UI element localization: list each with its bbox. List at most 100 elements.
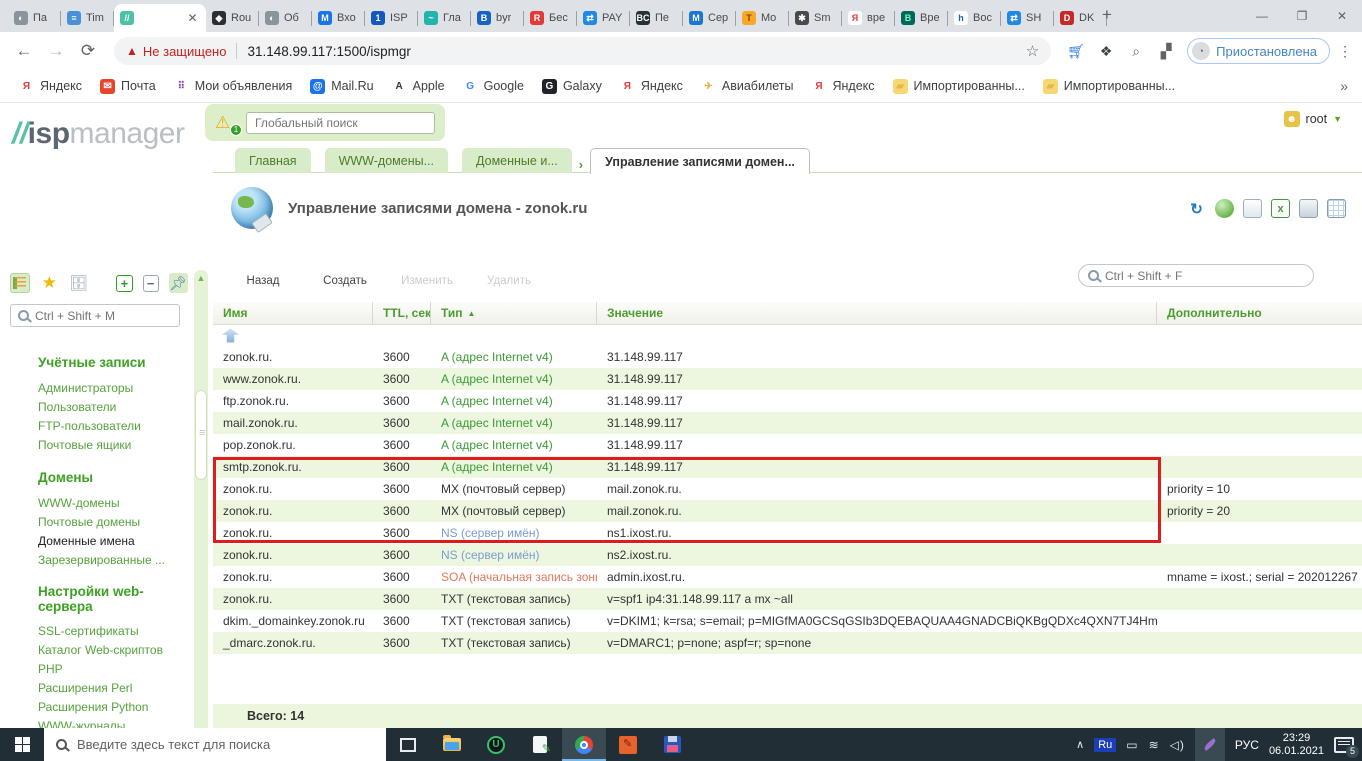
puzzle-extension-icon[interactable]: ▞: [1153, 38, 1179, 64]
browser-tab[interactable]: M Вхо ✕: [312, 4, 365, 32]
toolbar-button[interactable]: Создать: [317, 245, 373, 287]
cart-extension-icon[interactable]: 🛒︎: [1063, 38, 1089, 64]
bookmark-item[interactable]: @ Mail.Ru: [301, 74, 382, 98]
toolbar-button[interactable]: Назад: [235, 245, 291, 287]
save-app-button[interactable]: [650, 728, 694, 761]
browser-tab[interactable]: ✱ Sm ✕: [789, 4, 842, 32]
bookmark-star-icon[interactable]: ☆: [1026, 42, 1039, 60]
sidebar-item[interactable]: WWW-журналы: [12, 716, 182, 729]
volume-icon[interactable]: ◁): [1170, 738, 1185, 752]
sidebar-item[interactable]: WWW-домены: [12, 493, 182, 512]
table-row[interactable]: zonok.ru. 3600 A (адрес Internet v4) 31.…: [213, 346, 1362, 368]
utorrent-button[interactable]: U: [474, 728, 518, 761]
table-row[interactable]: zonok.ru. 3600 MX (почтовый сервер) mail…: [213, 478, 1362, 500]
chrome-menu-icon[interactable]: ⋮: [1338, 43, 1352, 60]
minimize-button[interactable]: —: [1242, 9, 1282, 23]
sidebar-item[interactable]: Почтовые ящики: [12, 435, 182, 454]
bookmark-item[interactable]: Я Яндекс: [10, 74, 91, 98]
print-icon[interactable]: [1299, 199, 1318, 218]
pin-icon[interactable]: 📌︎: [168, 273, 189, 293]
sidebar-item[interactable]: PHP: [12, 659, 182, 678]
sidebar-section-header[interactable]: Настройки web-сервера: [12, 584, 182, 614]
up-level-icon[interactable]: [222, 328, 239, 343]
tray-expand-icon[interactable]: ∧: [1076, 738, 1084, 751]
sidebar-item[interactable]: Зарезервированные ...: [12, 550, 182, 569]
file-explorer-button[interactable]: [430, 728, 474, 761]
table-row[interactable]: smtp.zonok.ru. 3600 A (адрес Internet v4…: [213, 456, 1362, 478]
chrome-button[interactable]: [562, 728, 606, 761]
browser-tab[interactable]: ~ Гла ✕: [418, 4, 471, 32]
sidebar-item[interactable]: Расширения Perl: [12, 678, 182, 697]
maximize-button[interactable]: ❐: [1282, 9, 1322, 23]
new-tab-button[interactable]: +: [1094, 2, 1120, 28]
sidebar-section-header[interactable]: Учётные записи: [12, 354, 182, 371]
nav-tab[interactable]: Главная ✕: [235, 148, 311, 173]
scroll-up-icon[interactable]: ▲: [194, 273, 208, 283]
column-header-ttl[interactable]: TTL, сек: [373, 302, 431, 324]
taskbar-search[interactable]: Введите здесь текст для поиска: [44, 728, 386, 761]
browser-tab[interactable]: ⇄ SH ✕: [1001, 4, 1054, 32]
sidebar-section-header[interactable]: Домены: [12, 469, 182, 486]
toolbar-button[interactable]: Изменить: [399, 245, 455, 287]
clock[interactable]: 23:29 06.01.2021: [1269, 732, 1324, 758]
table-row[interactable]: dkim._domainkey.zonok.ru 3600 TXT (текст…: [213, 610, 1362, 632]
browser-tab[interactable]: ◐ Об ✕: [259, 4, 312, 32]
refresh-icon[interactable]: ↻: [1187, 199, 1206, 218]
sidebar-scrollbar[interactable]: ▲ ▼: [194, 270, 208, 728]
close-button[interactable]: ✕: [1322, 9, 1362, 23]
collapse-all-icon[interactable]: −: [142, 274, 159, 292]
security-warning[interactable]: ▲ Не защищено: [126, 44, 226, 59]
bookmark-item[interactable]: Я Яндекс: [803, 74, 884, 98]
table-row[interactable]: zonok.ru. 3600 SOA (начальная запись зон…: [213, 566, 1362, 588]
table-row[interactable]: zonok.ru. 3600 NS (сервер имён) ns2.ixos…: [213, 544, 1362, 566]
sidebar-item[interactable]: Доменные имена: [12, 531, 182, 550]
briefcase-icon[interactable]: 🗄︎: [69, 273, 88, 293]
browser-tab[interactable]: ⇄ PAY ✕: [577, 4, 630, 32]
bookmarks-overflow-icon[interactable]: »: [1340, 78, 1348, 94]
bookmark-item[interactable]: A Apple: [383, 74, 454, 98]
browser-tab[interactable]: B byr ✕: [471, 4, 524, 32]
table-row[interactable]: mail.zonok.ru. 3600 A (адрес Internet v4…: [213, 412, 1362, 434]
table-settings-icon[interactable]: [1327, 199, 1346, 218]
diamonds-extension-icon[interactable]: ❖: [1093, 38, 1119, 64]
column-header-value[interactable]: Значение: [597, 302, 1157, 324]
sidebar-item[interactable]: SSL-сертификаты: [12, 621, 182, 640]
bookmark-item[interactable]: G Google: [454, 74, 533, 98]
browser-tab[interactable]: R Бес ✕: [524, 4, 577, 32]
nav-tab[interactable]: Доменные и... ✕: [462, 148, 572, 173]
bookmark-item[interactable]: Я Яндекс: [611, 74, 692, 98]
expand-all-icon[interactable]: +: [116, 274, 133, 292]
reload-icon[interactable]: ⟳: [74, 37, 102, 65]
sidebar-item[interactable]: Каталог Web-скриптов: [12, 640, 182, 659]
nav-tab[interactable]: WWW-домены... ✕: [324, 148, 449, 173]
extension-paused-badge[interactable]: ◔ Приостановлена: [1187, 38, 1330, 64]
notification-center-icon[interactable]: 5: [1334, 736, 1359, 758]
bookmark-item[interactable]: ✈ Авиабилеты: [692, 74, 803, 98]
column-header-name[interactable]: Имя: [213, 302, 373, 324]
bookmark-item[interactable]: ▰ Импортированны...: [1034, 74, 1184, 98]
browser-tab[interactable]: // ✕: [114, 4, 206, 32]
language-badge[interactable]: Ru: [1094, 737, 1117, 752]
browser-tab[interactable]: M Сер ✕: [683, 4, 736, 32]
language-indicator[interactable]: РУС: [1235, 738, 1259, 752]
task-view-button[interactable]: [386, 728, 430, 761]
back-icon[interactable]: ←: [10, 37, 38, 65]
bookmark-item[interactable]: ▰ Импортированны...: [884, 74, 1034, 98]
browser-tab[interactable]: ◐ Па ✕: [8, 4, 61, 32]
browser-tab[interactable]: h Вос ✕: [948, 4, 1001, 32]
browser-tab[interactable]: T Mo ✕: [736, 4, 789, 32]
filter-input[interactable]: [1105, 268, 1304, 283]
browser-tab[interactable]: BC Пе ✕: [630, 4, 683, 32]
feather-tray-slot[interactable]: [1194, 728, 1225, 761]
bookmark-item[interactable]: ⠿ Мои объявления: [165, 74, 302, 98]
table-row[interactable]: zonok.ru. 3600 MX (почтовый сервер) mail…: [213, 500, 1362, 522]
menu-search-box[interactable]: [10, 304, 180, 327]
go-up-row[interactable]: [213, 325, 1362, 346]
table-row[interactable]: www.zonok.ru. 3600 A (адрес Internet v4)…: [213, 368, 1362, 390]
wifi-icon[interactable]: ≋: [1149, 738, 1160, 752]
table-row[interactable]: _dmarc.zonok.ru. 3600 TXT (текстовая зап…: [213, 632, 1362, 654]
copy-icon[interactable]: [1243, 199, 1262, 218]
url-text[interactable]: 31.148.99.117:1500/ispmgr: [247, 44, 410, 59]
browser-tab[interactable]: 1 ISP ✕: [365, 4, 418, 32]
column-header-type[interactable]: Тип ▲: [431, 302, 597, 324]
